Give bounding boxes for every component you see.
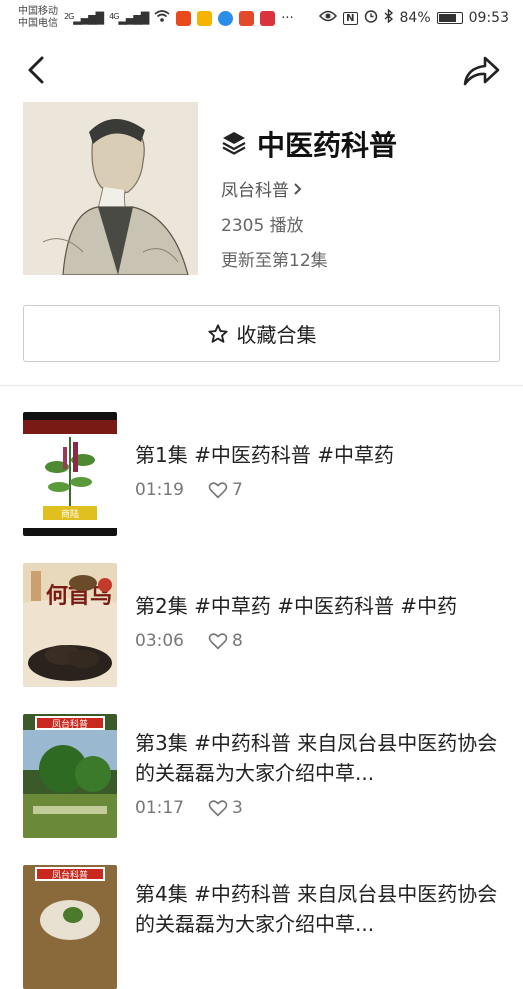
carrier-2: 中国电信 xyxy=(18,18,58,29)
nfc-icon: N xyxy=(343,11,358,25)
collection-info: 中医药科普 凤台科普 2305 播放 更新至第12集 xyxy=(221,124,397,271)
more-notifications: ··· xyxy=(281,10,294,26)
signal-icon-1: 2G▂▄▆█ xyxy=(64,11,104,25)
episode-thumbnail: 何首乌 xyxy=(23,563,117,687)
favorite-collection-button[interactable]: 收藏合集 xyxy=(23,305,500,362)
collection-cover-image xyxy=(23,102,198,275)
battery-icon xyxy=(436,12,463,24)
alarm-icon xyxy=(364,9,378,27)
signal-icon-2: 4G▂▄▆█ xyxy=(109,11,149,25)
episode-thumbnail: 凤台科普 xyxy=(23,714,117,838)
wifi-icon xyxy=(154,9,170,27)
episode-meta: 01:19 7 xyxy=(135,480,505,500)
status-left: 中国移动 中国电信 2G▂▄▆█ 4G▂▄▆█ ··· xyxy=(18,6,294,30)
like-count: 8 xyxy=(208,631,243,651)
status-right: N 84% 09:53 xyxy=(319,8,509,27)
thumb-caption: 凤台科普 xyxy=(52,869,88,881)
title-row: 中医药科普 xyxy=(221,124,397,164)
collection-title: 中医药科普 xyxy=(257,129,398,162)
app-icon-4 xyxy=(239,10,255,26)
thumb-caption: 凤台科普 xyxy=(52,718,88,730)
episode-meta: 03:06 8 xyxy=(135,631,505,651)
net-2-label: 4G xyxy=(109,11,119,21)
app-icon-3 xyxy=(218,10,234,26)
star-icon xyxy=(207,323,228,343)
chevron-left-icon xyxy=(28,56,44,84)
episode-item-2[interactable]: 何首乌 第2集 #中草药 #中医药科普 #中药 03:06 8 xyxy=(23,563,513,687)
bluetooth-icon xyxy=(384,8,394,27)
episode-text: 第4集 #中药科普 来自凤台县中医药协会的关磊磊为大家介绍中草... xyxy=(135,879,505,939)
likes-value: 7 xyxy=(232,480,243,500)
like-count: 3 xyxy=(208,798,243,818)
author-link[interactable]: 凤台科普 xyxy=(221,176,397,201)
back-button[interactable] xyxy=(20,50,56,90)
episode-text: 第3集 #中药科普 来自凤台县中医药协会的关磊磊为大家介绍中草... 01:17… xyxy=(135,728,505,818)
episode-title: 第1集 #中医药科普 #中草药 xyxy=(135,443,394,467)
episode-duration: 01:19 xyxy=(135,480,184,500)
episode-duration: 03:06 xyxy=(135,631,184,651)
app-icon-5 xyxy=(260,10,276,26)
divider xyxy=(0,385,523,386)
play-count: 2305 播放 xyxy=(221,216,304,236)
episode-duration: 01:17 xyxy=(135,798,184,818)
weibo-icon xyxy=(197,10,213,26)
update-status: 更新至第12集 xyxy=(221,251,328,271)
chevron-right-icon xyxy=(294,182,302,195)
thumb-caption: 商陆 xyxy=(61,508,79,520)
layers-icon xyxy=(221,129,247,159)
battery-percent: 84% xyxy=(399,10,431,26)
heart-icon xyxy=(208,633,228,650)
share-button[interactable] xyxy=(461,50,501,90)
episode-title: 第4集 #中药科普 来自凤台县中医药协会的关磊磊为大家介绍中草... xyxy=(135,882,498,936)
favorite-label: 收藏合集 xyxy=(236,323,317,347)
episode-item-4[interactable]: 凤台科普 第4集 #中药科普 来自凤台县中医药协会的关磊磊为大家介绍中草... xyxy=(23,865,513,989)
battery-fill xyxy=(438,14,457,22)
episode-meta: 01:17 3 xyxy=(135,798,505,818)
likes-value: 8 xyxy=(232,631,243,651)
likes-value: 3 xyxy=(232,798,243,818)
episode-item-1[interactable]: 商陆 第1集 #中医药科普 #中草药 01:19 7 xyxy=(23,412,513,536)
episode-title: 第3集 #中药科普 来自凤台县中医药协会的关磊磊为大家介绍中草... xyxy=(135,731,498,785)
episode-text: 第2集 #中草药 #中医药科普 #中药 03:06 8 xyxy=(135,591,505,651)
episode-thumbnail: 凤台科普 xyxy=(23,865,117,989)
share-arrow-icon xyxy=(463,56,500,86)
clock: 09:53 xyxy=(468,10,509,26)
author-name: 凤台科普 xyxy=(221,181,289,201)
collection-header: 中医药科普 凤台科普 2305 播放 更新至第12集 xyxy=(23,102,503,277)
like-count: 7 xyxy=(208,480,243,500)
episode-text: 第1集 #中医药科普 #中草药 01:19 7 xyxy=(135,440,505,500)
app-icon-1 xyxy=(176,10,192,26)
heart-icon xyxy=(208,800,228,817)
heart-icon xyxy=(208,482,228,499)
eye-icon xyxy=(319,10,338,26)
episode-thumbnail: 商陆 xyxy=(23,412,117,536)
episode-title: 第2集 #中草药 #中医药科普 #中药 xyxy=(135,594,458,618)
top-nav xyxy=(0,46,523,94)
carriers: 中国移动 中国电信 xyxy=(18,6,58,30)
episode-item-3[interactable]: 凤台科普 第3集 #中药科普 来自凤台县中医药协会的关磊磊为大家介绍中草... … xyxy=(23,714,513,838)
net-1-label: 2G xyxy=(64,11,74,21)
status-bar: 中国移动 中国电信 2G▂▄▆█ 4G▂▄▆█ ··· N 84% 09:53 xyxy=(0,0,523,36)
carrier-1: 中国移动 xyxy=(18,6,58,17)
